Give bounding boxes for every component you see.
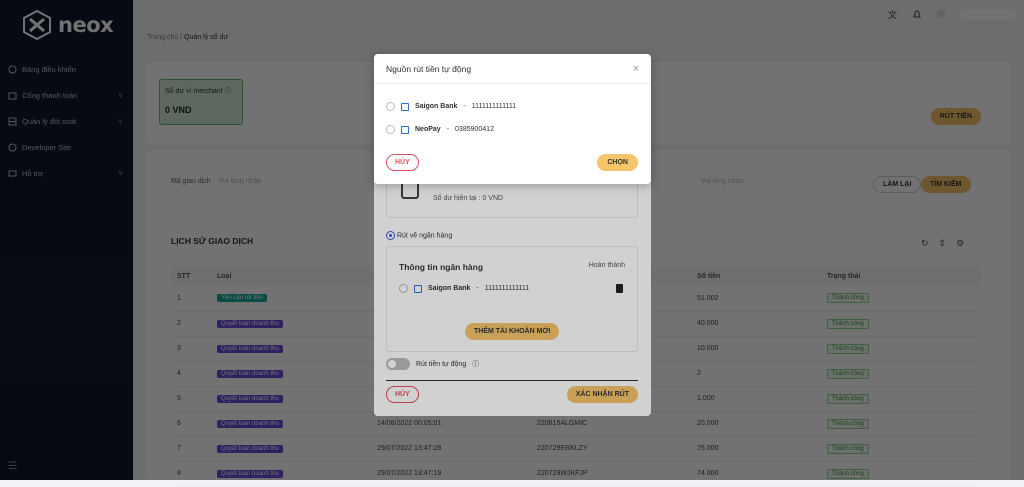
wallet-icon [401, 125, 409, 134]
source-option-name: Saigon Bank [415, 103, 458, 110]
source-option-bank[interactable]: Saigon Bank - 1111111111111 [386, 102, 516, 111]
source-option-neopay[interactable]: NeoPay - 0385900412 [386, 125, 494, 134]
separator: - [463, 103, 466, 110]
bank-icon [401, 102, 409, 111]
modal-header: Nguồn rút tiền tự động × [374, 54, 651, 84]
choose-button[interactable]: CHỌN [597, 154, 638, 171]
close-icon[interactable]: × [633, 63, 639, 75]
source-option-value: 0385900412 [455, 126, 494, 133]
source-option-name: NeoPay [415, 126, 441, 133]
source-option-value: 1111111111111 [471, 103, 517, 110]
separator: - [446, 126, 450, 133]
radio-icon[interactable] [386, 125, 395, 134]
source-cancel-button[interactable]: HỦY [386, 154, 419, 171]
modal-title: Nguồn rút tiền tự động [386, 63, 472, 74]
auto-withdraw-source-modal: Nguồn rút tiền tự động × Saigon Bank - 1… [374, 54, 651, 184]
radio-icon[interactable] [386, 102, 395, 111]
